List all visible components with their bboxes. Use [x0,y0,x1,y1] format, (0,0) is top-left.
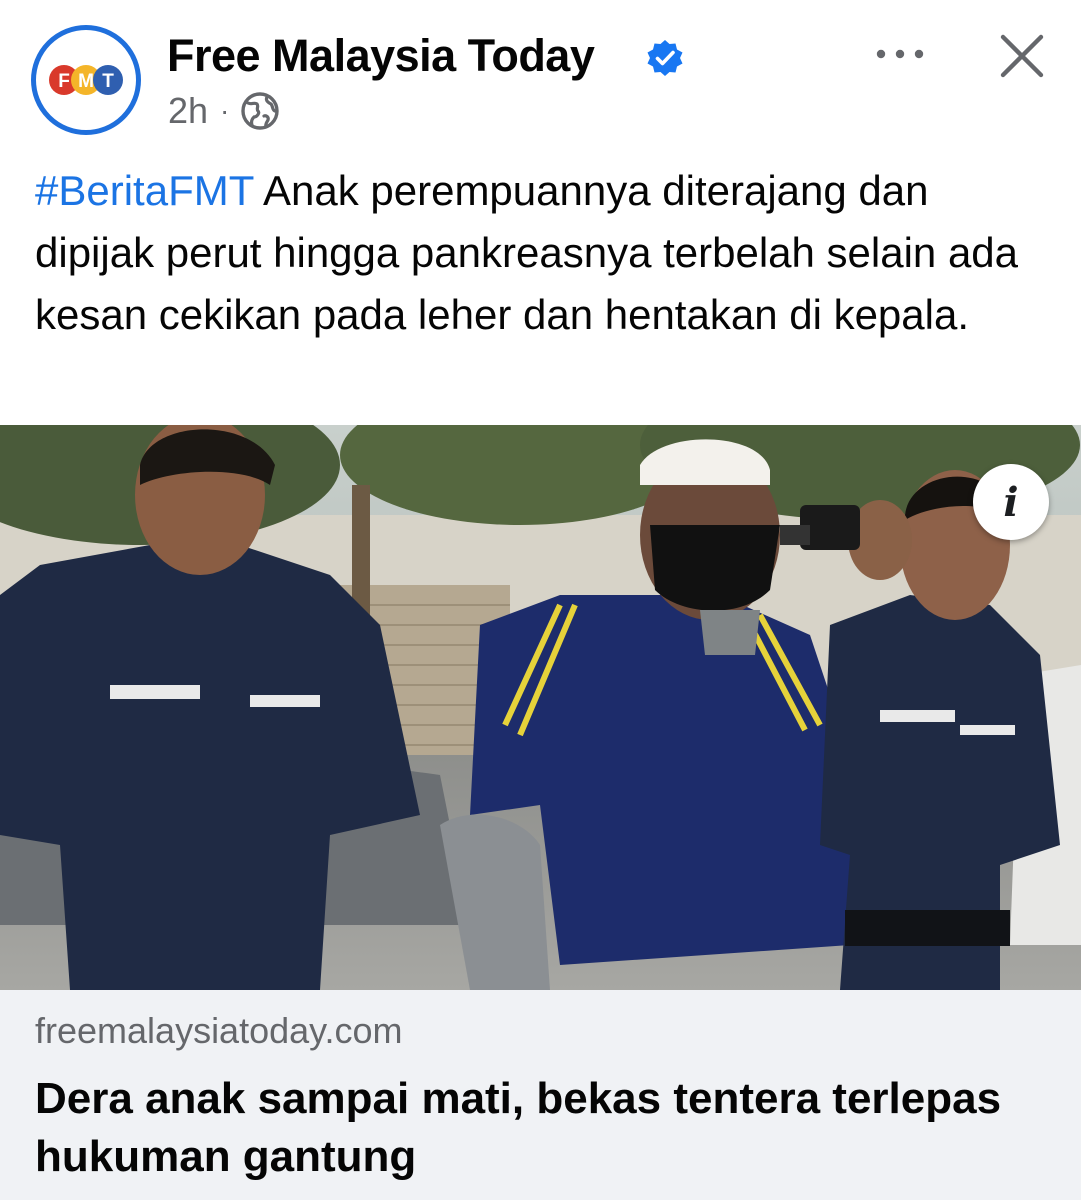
close-icon[interactable] [994,28,1050,84]
logo-letter-m: M [78,71,94,92]
globe-icon [241,92,280,130]
post-time[interactable]: 2h [168,90,208,132]
meta-separator: · [220,95,230,126]
logo-letter-t: T [102,71,114,92]
hashtag-link[interactable]: #BeritaFMT [35,167,254,214]
logo-letter-f: F [58,71,70,92]
link-headline: Dera anak sampai mati, bekas tentera ter… [35,1074,1002,1181]
link-domain: freemalaysiatoday.com [35,1010,403,1051]
page-name[interactable]: Free Malaysia Today [167,30,595,82]
post-caption: #BeritaFMT Anak perempuannya diterajang … [35,160,1055,346]
more-options-icon[interactable] [868,30,932,78]
link-preview-card[interactable]: freemalaysiatoday.com Dera anak sampai m… [0,990,1081,1200]
post-photo[interactable] [0,425,1081,990]
post-meta: 2h · [168,88,281,134]
info-icon[interactable]: i [973,464,1049,540]
verified-badge-icon [647,40,683,76]
photo-police-escort [0,425,1081,990]
fmt-logo: F M T [49,65,123,95]
page-avatar[interactable]: F M T [31,25,141,135]
post-header: F M T Free Malaysia Today 2h · [0,0,1081,150]
